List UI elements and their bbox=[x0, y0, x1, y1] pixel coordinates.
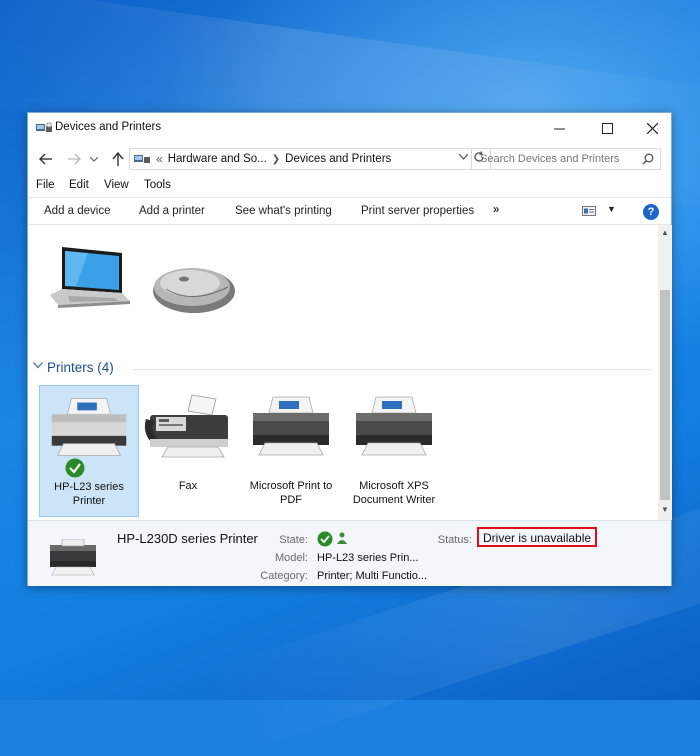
status-value: Driver is unavailable bbox=[483, 531, 592, 545]
back-arrow-icon bbox=[39, 153, 52, 165]
menu-edit[interactable]: Edit bbox=[69, 179, 89, 191]
add-printer-button[interactable]: Add a printer bbox=[139, 205, 205, 217]
printer-name-hp: HP-L23 series Printer bbox=[54, 481, 124, 507]
search-placeholder: Search Devices and Printers bbox=[480, 153, 620, 165]
change-view-icon[interactable] bbox=[582, 206, 596, 216]
model-value: HP-L23 series Prin... bbox=[317, 552, 419, 564]
help-icon[interactable]: ? bbox=[643, 204, 659, 220]
menu-tools[interactable]: Tools bbox=[144, 179, 171, 191]
forward-arrow-icon bbox=[68, 153, 81, 165]
scroll-down-icon[interactable]: ▼ bbox=[661, 505, 669, 514]
up-button[interactable] bbox=[108, 150, 128, 168]
selected-printer-icon bbox=[50, 539, 96, 576]
category-value: Printer; Multi Functio... bbox=[317, 570, 428, 582]
menu-file[interactable]: File bbox=[36, 179, 55, 191]
menu-bar: File Edit View Tools bbox=[28, 175, 671, 195]
mouse-icon[interactable] bbox=[150, 261, 236, 315]
printer-item-xps-writer[interactable]: Microsoft XPS Document Writer bbox=[344, 385, 444, 517]
chevron-down-icon bbox=[90, 156, 98, 162]
close-button[interactable] bbox=[630, 113, 675, 143]
printer-name-fax: Fax bbox=[178, 480, 198, 492]
group-divider bbox=[133, 369, 653, 370]
laptop-icon[interactable] bbox=[48, 247, 130, 317]
printer-name-xps-writer: Microsoft XPS Document Writer bbox=[352, 480, 436, 506]
printer-item-hp[interactable]: HP-L23 series Printer bbox=[39, 385, 139, 517]
menu-view[interactable]: View bbox=[104, 179, 129, 191]
search-icon[interactable] bbox=[642, 153, 654, 165]
printer-icon bbox=[253, 396, 329, 456]
breadcrumb-separator[interactable]: ❯ bbox=[272, 154, 280, 165]
app-devices-icon bbox=[36, 122, 52, 132]
up-arrow-icon bbox=[112, 152, 124, 166]
maximize-icon bbox=[602, 122, 613, 134]
breadcrumb-devices-and-printers[interactable]: Devices and Printers bbox=[285, 153, 391, 165]
navigation-bar: « Hardware and So... ❯ Devices and Print… bbox=[28, 144, 671, 174]
details-device-name: HP-L230D series Printer bbox=[117, 531, 258, 546]
printers-group-label: Printers (4) bbox=[47, 360, 114, 375]
devices-content-area: Printers (4) HP-L23 series Printer Fax M… bbox=[28, 225, 658, 520]
close-icon bbox=[647, 122, 658, 134]
printer-name-print-to-pdf: Microsoft Print to PDF bbox=[249, 480, 333, 506]
window-title: Devices and Printers bbox=[55, 121, 162, 133]
printers-group-header[interactable]: Printers (4) bbox=[33, 358, 653, 378]
scroll-up-icon[interactable]: ▲ bbox=[661, 228, 669, 237]
address-overflow[interactable]: « bbox=[156, 152, 163, 166]
default-check-icon bbox=[65, 458, 85, 478]
recent-locations-dropdown[interactable] bbox=[88, 150, 100, 168]
state-shared-icon bbox=[337, 532, 347, 544]
see-whats-printing-button[interactable]: See what's printing bbox=[235, 205, 332, 217]
command-bar: Add a device Add a printer See what's pr… bbox=[28, 197, 671, 225]
print-server-properties-button[interactable]: Print server properties bbox=[361, 205, 474, 217]
model-label: Model: bbox=[274, 552, 308, 564]
breadcrumb-hardware[interactable]: Hardware and So... bbox=[168, 153, 267, 165]
devices-and-printers-window: Devices and Printers « Hardware and So..… bbox=[27, 112, 672, 586]
location-devices-icon bbox=[134, 155, 150, 163]
printer-icon bbox=[51, 398, 127, 456]
add-device-button[interactable]: Add a device bbox=[44, 205, 111, 217]
search-input[interactable]: Search Devices and Printers bbox=[471, 148, 661, 170]
more-commands-button[interactable]: » bbox=[493, 204, 499, 216]
address-bar[interactable]: « Hardware and So... ❯ Devices and Print… bbox=[129, 148, 491, 170]
scrollbar-thumb[interactable] bbox=[660, 290, 670, 500]
maximize-button[interactable] bbox=[585, 113, 630, 143]
vertical-scrollbar[interactable]: ▲ ▼ bbox=[658, 225, 672, 520]
state-label: State: bbox=[279, 534, 308, 546]
printer-item-fax[interactable]: Fax bbox=[138, 385, 238, 517]
collapse-chevron-icon[interactable] bbox=[33, 361, 43, 372]
address-dropdown-icon[interactable] bbox=[458, 152, 469, 163]
status-value-highlight: Driver is unavailable bbox=[477, 527, 598, 547]
state-ok-icon bbox=[317, 531, 333, 547]
back-button[interactable] bbox=[35, 150, 57, 168]
status-label: Status: bbox=[437, 534, 472, 546]
category-label: Category: bbox=[260, 570, 308, 582]
printer-item-print-to-pdf[interactable]: Microsoft Print to PDF bbox=[241, 385, 341, 517]
view-dropdown-icon[interactable]: ▼ bbox=[607, 204, 616, 214]
minimize-button[interactable] bbox=[537, 113, 582, 143]
minimize-icon bbox=[554, 128, 565, 129]
fax-icon bbox=[144, 394, 228, 458]
title-bar: Devices and Printers bbox=[28, 113, 671, 143]
forward-button[interactable] bbox=[63, 150, 85, 168]
details-pane: HP-L230D series Printer State: Model: HP… bbox=[28, 520, 671, 586]
printer-icon bbox=[356, 396, 432, 456]
